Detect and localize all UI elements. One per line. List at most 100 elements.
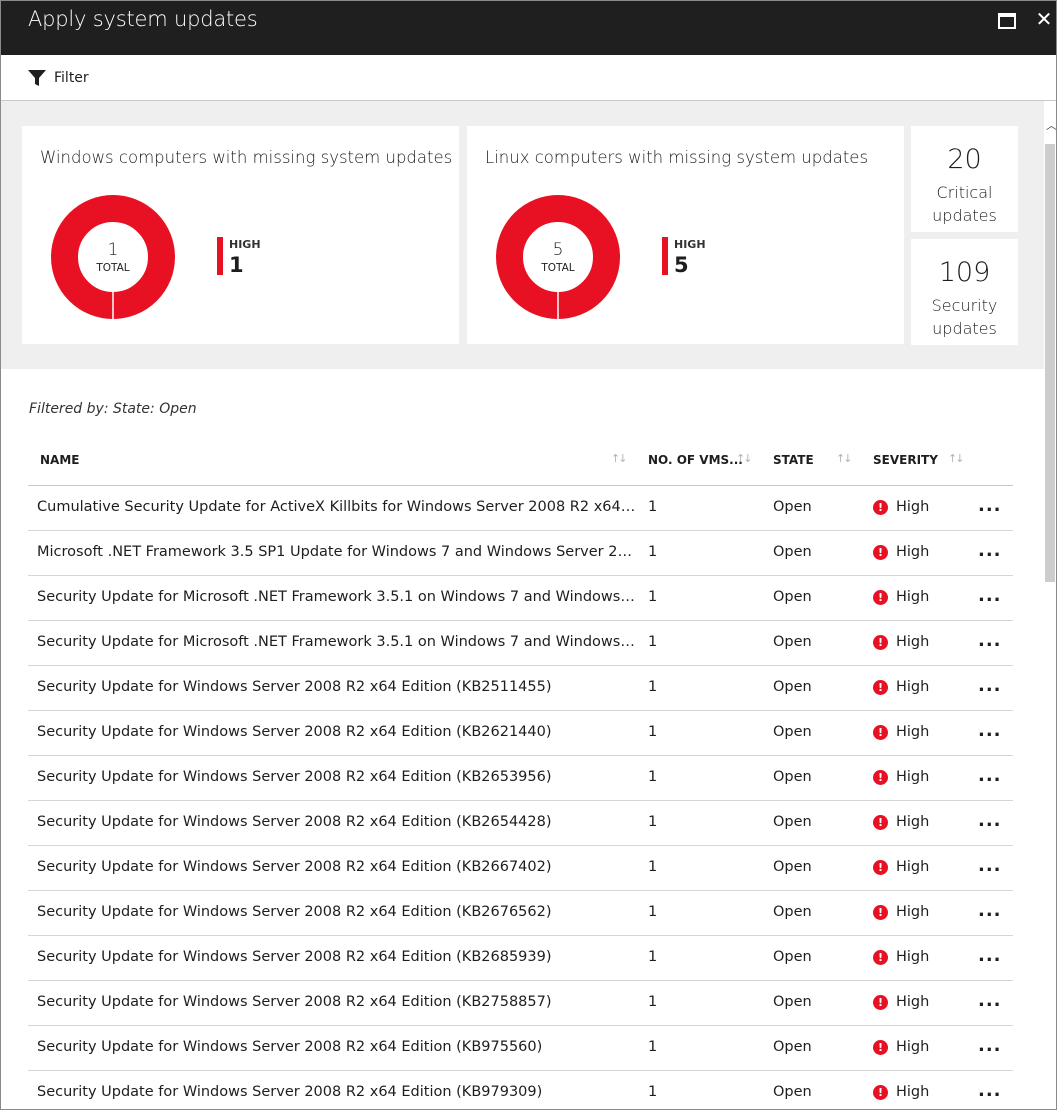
more-options-button[interactable]: ... (978, 810, 1002, 831)
error-severity-icon: ! (873, 724, 888, 740)
severity-label: High (896, 904, 930, 920)
filter-status-text: Filtered by: State: Open (29, 401, 197, 417)
vm-count: 1 (648, 724, 658, 740)
table-row[interactable]: Security Update for Windows Server 2008 … (28, 1026, 1013, 1071)
linux-missing-updates-tile[interactable]: Linux computers with missing system upda… (467, 126, 904, 344)
vm-count: 1 (648, 634, 658, 650)
security-updates-tile[interactable]: 109 Security updates (911, 239, 1018, 345)
more-options-button[interactable]: ... (978, 945, 1002, 966)
filter-button[interactable]: Filter (27, 67, 89, 89)
sort-severity-icon[interactable]: ↑↓ (948, 452, 965, 465)
vm-count: 1 (648, 679, 658, 695)
update-name: Security Update for Windows Server 2008 … (37, 1084, 543, 1100)
critical-updates-label: Critical updates (932, 183, 997, 225)
update-state: Open (773, 949, 812, 965)
update-name: Security Update for Microsoft .NET Frame… (37, 634, 637, 650)
legend-color-bar (662, 237, 668, 275)
update-name: Security Update for Windows Server 2008 … (37, 814, 552, 830)
windows-missing-updates-tile[interactable]: Windows computers with missing system up… (22, 126, 459, 344)
vm-count: 1 (648, 904, 658, 920)
filter-icon (28, 70, 46, 86)
vm-count: 1 (648, 994, 658, 1010)
tile-title: Linux computers with missing system upda… (485, 148, 869, 167)
legend-label: HIGH (229, 238, 261, 251)
table-row[interactable]: Security Update for Windows Server 2008 … (28, 801, 1013, 846)
column-header-vms[interactable]: NO. OF VMS... (648, 453, 743, 467)
more-options-button[interactable]: ... (978, 495, 1002, 516)
maximize-button[interactable] (995, 9, 1019, 31)
error-severity-icon: ! (873, 814, 888, 830)
error-severity-icon: ! (873, 1039, 888, 1055)
maximize-icon (998, 13, 1016, 29)
more-options-button[interactable]: ... (978, 900, 1002, 921)
update-name: Security Update for Windows Server 2008 … (37, 949, 552, 965)
donut-total-value: 1 (107, 240, 119, 260)
update-name: Security Update for Windows Server 2008 … (37, 1039, 543, 1055)
more-options-button[interactable]: ... (978, 1035, 1002, 1056)
column-header-severity[interactable]: SEVERITY (873, 453, 938, 467)
table-row[interactable]: Security Update for Windows Server 2008 … (28, 666, 1013, 711)
update-name: Security Update for Windows Server 2008 … (37, 679, 552, 695)
donut-total-label: TOTAL (541, 262, 575, 274)
update-severity: ! High (873, 589, 929, 605)
update-state: Open (773, 1039, 812, 1055)
error-severity-icon: ! (873, 859, 888, 875)
column-header-state[interactable]: STATE (773, 453, 814, 467)
update-severity: ! High (873, 769, 929, 785)
sort-vms-icon[interactable]: ↑↓ (736, 452, 753, 465)
more-options-button[interactable]: ... (978, 630, 1002, 651)
error-severity-icon: ! (873, 994, 888, 1010)
table-row[interactable]: Security Update for Windows Server 2008 … (28, 756, 1013, 801)
update-severity: ! High (873, 904, 929, 920)
table-row[interactable]: Microsoft .NET Framework 3.5 SP1 Update … (28, 531, 1013, 576)
update-severity: ! High (873, 814, 929, 830)
vertical-scrollbar[interactable]: ︿ (1044, 119, 1056, 1109)
table-row[interactable]: Cumulative Security Update for ActiveX K… (28, 486, 1013, 531)
filter-label: Filter (54, 70, 89, 86)
update-severity: ! High (873, 1084, 929, 1100)
update-state: Open (773, 499, 812, 515)
title-bar: Apply system updates ✕ (1, 1, 1056, 55)
table-row[interactable]: Security Update for Windows Server 2008 … (28, 1071, 1013, 1109)
more-options-button[interactable]: ... (978, 540, 1002, 561)
error-severity-icon: ! (873, 904, 888, 920)
more-options-button[interactable]: ... (978, 1080, 1002, 1101)
critical-updates-tile[interactable]: 20 Critical updates (911, 126, 1018, 232)
update-state: Open (773, 679, 812, 695)
table-row[interactable]: Security Update for Windows Server 2008 … (28, 891, 1013, 936)
table-row[interactable]: Security Update for Windows Server 2008 … (28, 981, 1013, 1026)
update-name: Security Update for Microsoft .NET Frame… (37, 589, 637, 605)
column-header-name[interactable]: NAME (40, 453, 79, 467)
close-button[interactable]: ✕ (1032, 9, 1056, 31)
severity-label: High (896, 589, 930, 605)
sort-name-icon[interactable]: ↑↓ (611, 452, 628, 465)
table-row[interactable]: Security Update for Windows Server 2008 … (28, 936, 1013, 981)
scroll-up-arrow-icon[interactable]: ︿ (1046, 119, 1056, 133)
more-options-button[interactable]: ... (978, 585, 1002, 606)
update-name: Security Update for Windows Server 2008 … (37, 904, 552, 920)
update-state: Open (773, 634, 812, 650)
command-bar: Filter (1, 55, 1056, 101)
more-options-button[interactable]: ... (978, 720, 1002, 741)
more-options-button[interactable]: ... (978, 990, 1002, 1011)
table-row[interactable]: Security Update for Microsoft .NET Frame… (28, 621, 1013, 666)
more-options-button[interactable]: ... (978, 855, 1002, 876)
update-name: Cumulative Security Update for ActiveX K… (37, 499, 637, 515)
update-severity: ! High (873, 634, 929, 650)
table-row[interactable]: Security Update for Windows Server 2008 … (28, 846, 1013, 891)
severity-label: High (896, 949, 930, 965)
scroll-thumb[interactable] (1045, 144, 1055, 582)
sort-state-icon[interactable]: ↑↓ (836, 452, 853, 465)
severity-label: High (896, 859, 930, 875)
severity-label: High (896, 544, 930, 560)
error-severity-icon: ! (873, 949, 888, 965)
severity-label: High (896, 814, 930, 830)
table-row[interactable]: Security Update for Windows Server 2008 … (28, 711, 1013, 756)
table-row[interactable]: Security Update for Microsoft .NET Frame… (28, 576, 1013, 621)
more-options-button[interactable]: ... (978, 675, 1002, 696)
update-severity: ! High (873, 859, 929, 875)
vm-count: 1 (648, 499, 658, 515)
more-options-button[interactable]: ... (978, 765, 1002, 786)
tile-title: Windows computers with missing system up… (40, 148, 453, 167)
blade-title: Apply system updates (28, 7, 258, 31)
